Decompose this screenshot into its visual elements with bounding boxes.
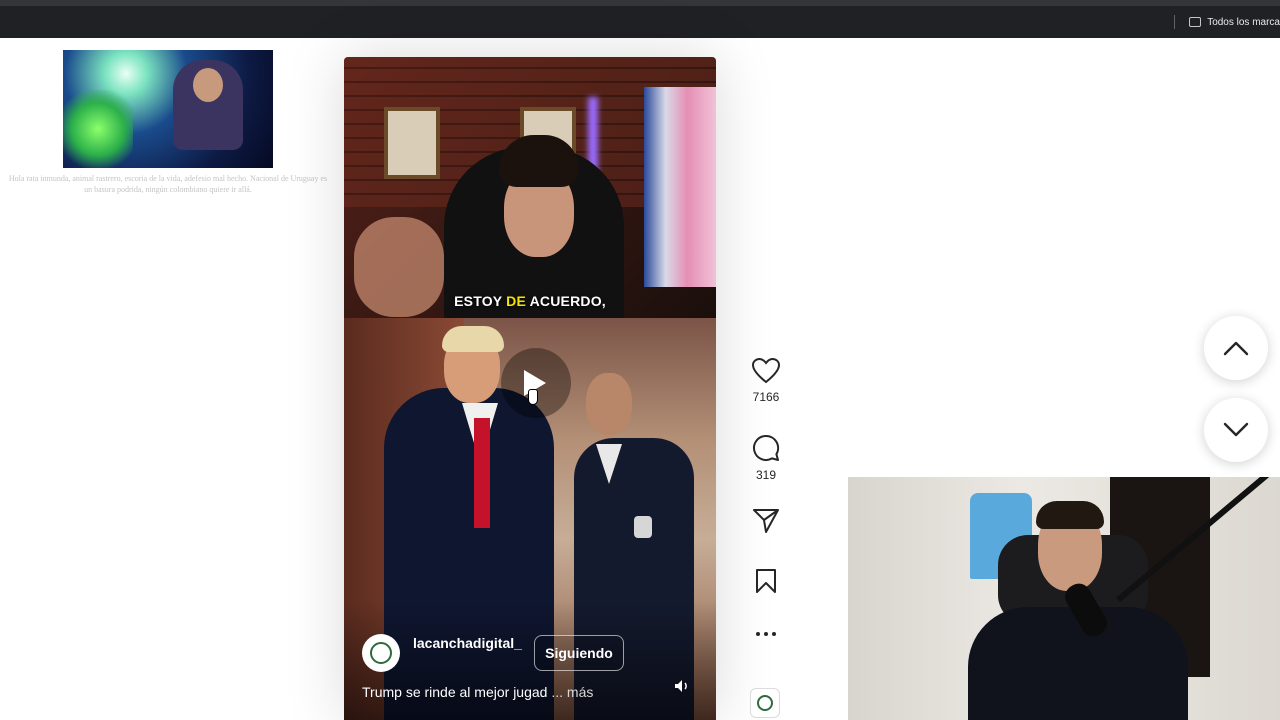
reel-video[interactable]: ESTOY DE ACUERDO, lacanchadigital_ Sigui… <box>344 57 716 720</box>
hand-cursor <box>528 389 538 405</box>
person-left-tie <box>474 418 490 528</box>
description-text: Trump se rinde al mejor jugad <box>362 684 548 700</box>
webcam-overlay <box>848 477 1280 720</box>
previous-reel-button[interactable] <box>1204 316 1268 380</box>
video-subtitle: ESTOY DE ACUERDO, <box>344 293 716 309</box>
more-icon[interactable] <box>754 630 778 638</box>
reel-description: Trump se rinde al mejor jugad ... más <box>362 684 662 700</box>
like-action[interactable]: 7166 <box>740 358 792 404</box>
volume-icon[interactable] <box>674 679 690 693</box>
comment-icon[interactable] <box>752 434 780 462</box>
chevron-down-icon <box>1223 422 1249 437</box>
thumbnail-face <box>193 68 223 102</box>
following-button[interactable]: Siguiendo <box>534 635 624 671</box>
account-avatar[interactable] <box>362 634 400 672</box>
browser-chrome: Todos los marca <box>0 0 1280 38</box>
share-icon[interactable] <box>752 508 780 534</box>
thumbnail-glow <box>63 90 133 168</box>
chevron-up-icon <box>1223 341 1249 356</box>
folder-icon <box>1189 17 1202 27</box>
bottom-gradient <box>344 600 716 720</box>
suit-crest <box>634 516 652 538</box>
person-left-hair <box>442 326 504 352</box>
streamer-hair <box>1036 501 1104 529</box>
video-thumbnail[interactable] <box>63 50 273 168</box>
bookmarks-bar: Todos los marca <box>1174 12 1280 32</box>
wall-frame-left <box>384 107 440 179</box>
subtitle-highlight: DE <box>506 293 527 309</box>
comment-count: 319 <box>755 468 777 482</box>
reel-top-clip: ESTOY DE ACUERDO, <box>344 57 716 318</box>
bookmarks-separator <box>1174 15 1176 29</box>
more-link[interactable]: ... más <box>551 684 593 700</box>
account-username[interactable]: lacanchadigital_ <box>413 633 523 653</box>
all-bookmarks-link[interactable]: Todos los marca <box>1207 17 1280 28</box>
subtitle-part: ESTOY <box>454 293 507 309</box>
thumbnail-caption: Hola rata inmunda, animal rastrero, esco… <box>8 174 328 194</box>
more-action[interactable] <box>740 630 792 638</box>
speaker-hair <box>499 135 579 187</box>
next-reel-button[interactable] <box>1204 398 1268 462</box>
logo-icon <box>370 642 392 664</box>
bookmark-icon[interactable] <box>754 568 778 594</box>
audio-avatar[interactable] <box>750 688 780 718</box>
address-bar-strip <box>0 0 1280 6</box>
share-action[interactable] <box>740 508 792 534</box>
heart-icon[interactable] <box>752 358 780 384</box>
jerseys-rack <box>644 87 716 287</box>
like-count: 7166 <box>752 390 780 404</box>
save-action[interactable] <box>740 568 792 594</box>
streamer-body <box>968 607 1188 720</box>
comment-action[interactable]: 319 <box>740 434 792 482</box>
logo-icon <box>757 695 773 711</box>
person-right-face <box>586 373 632 435</box>
subtitle-part-end: ACUERDO, <box>526 293 606 309</box>
